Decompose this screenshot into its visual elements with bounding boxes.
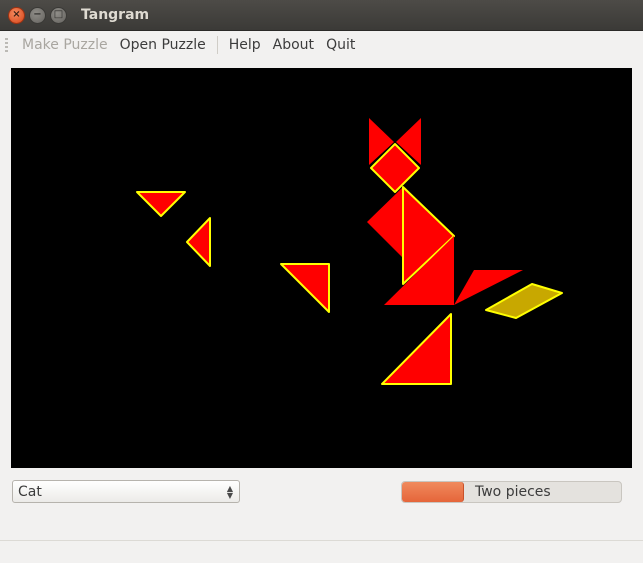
loose-piece-medium-triangle[interactable]	[280, 263, 330, 313]
menu-quit[interactable]: Quit	[320, 37, 361, 53]
maximize-icon[interactable]: □	[50, 6, 67, 24]
puzzle-select[interactable]: Cat ▲ ▼	[12, 480, 240, 503]
puzzle-select-value: Cat	[18, 483, 42, 500]
minimize-icon[interactable]: −	[29, 6, 46, 24]
cat-neck-triangle[interactable]	[367, 187, 403, 258]
puzzle-svg[interactable]	[11, 68, 632, 468]
spin-arrows-icon: ▲ ▼	[226, 483, 234, 500]
status-bar	[0, 540, 643, 563]
progress-bar: Two pieces	[401, 481, 622, 503]
menu-help[interactable]: Help	[223, 37, 267, 53]
menu-separator	[216, 35, 218, 54]
loose-piece-small-triangle-2[interactable]	[186, 217, 211, 267]
loose-piece-small-triangle-1[interactable]	[136, 191, 186, 217]
progress-fill	[402, 482, 465, 502]
menu-make-puzzle[interactable]: Make Puzzle	[16, 37, 114, 53]
close-icon[interactable]: ×	[8, 6, 25, 24]
toolbar-grip[interactable]	[5, 37, 8, 52]
menu-about[interactable]: About	[267, 37, 320, 53]
window-title: Tangram	[81, 7, 150, 23]
cat-leg-triangle[interactable]	[381, 313, 452, 385]
menu-bar: Make Puzzle Open Puzzle Help About Quit	[0, 31, 643, 58]
menu-open-puzzle[interactable]: Open Puzzle	[114, 37, 212, 53]
title-bar: × − □ Tangram	[0, 0, 643, 31]
cat-tail-parallelogram-selected[interactable]	[485, 283, 563, 319]
progress-label: Two pieces	[475, 484, 551, 500]
puzzle-canvas[interactable]	[11, 68, 632, 468]
